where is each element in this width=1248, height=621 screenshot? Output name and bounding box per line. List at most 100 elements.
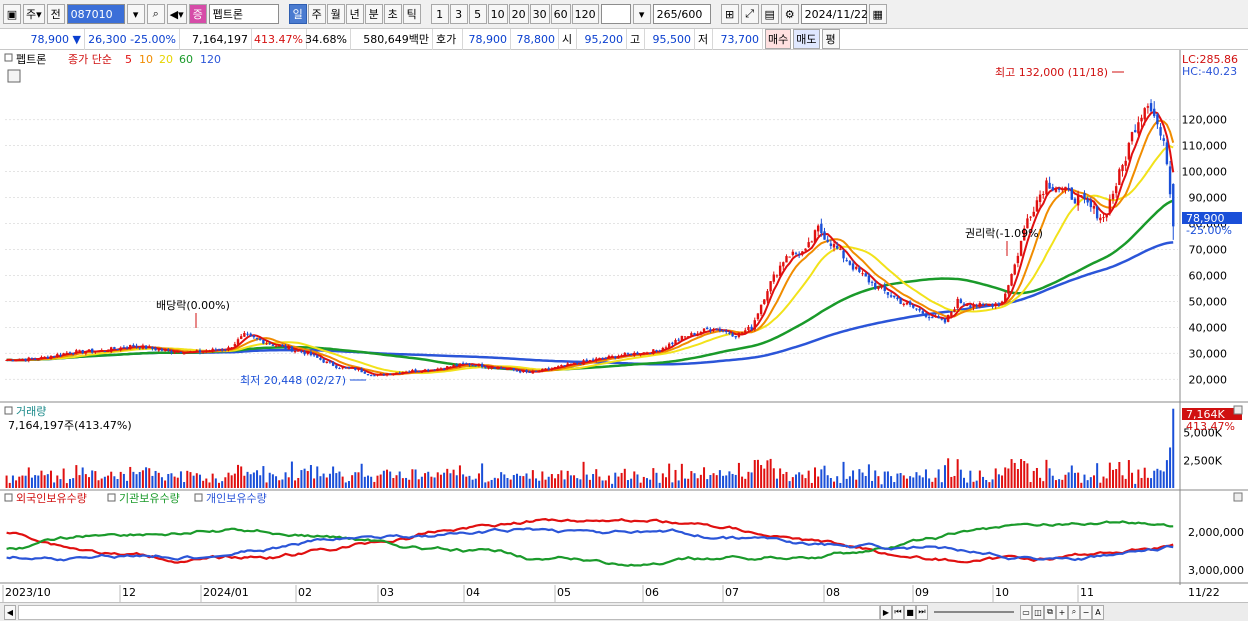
stop-icon[interactable]: ■ xyxy=(904,604,916,620)
period-tab-4[interactable]: 분 xyxy=(364,4,383,24)
candle-body xyxy=(335,365,338,368)
candle-type-icon[interactable]: ⊞ xyxy=(720,4,739,24)
volume-bar xyxy=(1127,460,1130,488)
candle-body xyxy=(408,371,411,373)
period-tab-3[interactable]: 년 xyxy=(345,4,364,24)
volume-bar xyxy=(687,478,690,488)
interval-tab-30[interactable]: 30 xyxy=(529,4,550,24)
volume-bar xyxy=(836,476,839,488)
scroll-left-icon[interactable]: ◀ xyxy=(4,604,16,620)
holdings-tick-label: 3,000,000 xyxy=(1188,564,1244,577)
stock-chart[interactable]: 20,00030,00040,00050,00060,00070,00080,0… xyxy=(0,50,1248,602)
holdings-close-icon[interactable] xyxy=(1233,492,1243,502)
period-tab-6[interactable]: 틱 xyxy=(402,4,421,24)
volume-bar xyxy=(230,475,233,488)
table-toggle-icon[interactable] xyxy=(7,69,21,83)
window-icon[interactable]: ▣ xyxy=(3,4,21,24)
volume-bar xyxy=(386,469,389,488)
market-mode-select[interactable]: 주 ▾ xyxy=(23,4,45,24)
interval-tab-5[interactable]: 5 xyxy=(468,4,487,24)
legend-ma120: 120 xyxy=(200,53,221,66)
avg-button[interactable]: 평 xyxy=(821,29,840,49)
volume-bar xyxy=(636,474,639,488)
candle-body xyxy=(274,346,278,348)
candle-body xyxy=(106,351,110,353)
interval-tab-1[interactable]: 1 xyxy=(430,4,449,24)
volume-bar xyxy=(62,468,65,488)
split-icon[interactable]: ◫ xyxy=(1032,604,1044,620)
candle-body xyxy=(420,371,424,373)
candle-body xyxy=(94,351,97,353)
volume-bar xyxy=(300,470,303,488)
scroll-right-icon[interactable]: ▶ xyxy=(880,604,892,620)
zoom-slider[interactable] xyxy=(934,611,1014,613)
interval-tab-10[interactable]: 10 xyxy=(487,4,508,24)
first-page-icon[interactable]: ⏮ xyxy=(892,604,904,620)
magnify-icon[interactable]: ⌕ xyxy=(1068,604,1080,620)
legend-indiv: 개인보유수량 xyxy=(206,492,267,505)
volume-close-icon[interactable] xyxy=(1233,405,1243,415)
candle-body xyxy=(468,363,471,365)
dropdown-arrow-icon[interactable]: ▾ xyxy=(126,4,145,24)
interval-dropdown-icon[interactable]: ▾ xyxy=(632,4,651,24)
candle-body xyxy=(842,250,845,259)
stock-name-field[interactable]: 펩트론 xyxy=(208,4,279,24)
volume-bar xyxy=(554,478,557,488)
interval-tab-60[interactable]: 60 xyxy=(550,4,571,24)
candle-body xyxy=(576,362,579,364)
period-tab-5[interactable]: 초 xyxy=(383,4,402,24)
candle-body xyxy=(677,339,680,341)
candle-body xyxy=(75,350,78,354)
volume-bar xyxy=(769,458,772,488)
period-tab-2[interactable]: 월 xyxy=(326,4,345,24)
volume-bar xyxy=(943,465,946,488)
compare-icon[interactable]: ⧉ xyxy=(1044,604,1056,620)
horizontal-scrollbar[interactable] xyxy=(18,604,880,620)
candle-body xyxy=(278,345,281,347)
volume-bar xyxy=(382,470,385,488)
candle-body xyxy=(525,370,528,372)
volume-bar xyxy=(100,478,103,488)
scope-select[interactable]: 전 xyxy=(46,4,65,24)
volume-bar xyxy=(468,475,471,488)
volume-bar xyxy=(8,482,11,488)
font-icon[interactable]: A xyxy=(1092,604,1104,620)
candle-body xyxy=(537,371,541,373)
buy-button[interactable]: 매수 xyxy=(765,29,792,49)
volume-bar xyxy=(579,479,582,488)
layout-icon[interactable]: ▭ xyxy=(1020,604,1032,620)
candle-body xyxy=(87,349,91,352)
count-field[interactable]: 265/600 xyxy=(652,4,711,24)
candle-body xyxy=(46,356,49,359)
candle-body xyxy=(1057,188,1061,190)
interval-tab-120[interactable]: 120 xyxy=(571,4,599,24)
candle-body xyxy=(316,355,319,358)
volume-bar xyxy=(243,475,246,488)
save-icon[interactable]: ▤ xyxy=(760,4,779,24)
candle-body xyxy=(934,315,937,317)
volume-bar xyxy=(5,475,8,488)
stock-code-input[interactable]: 087010 xyxy=(66,4,125,24)
volume-bar xyxy=(649,479,652,488)
speaker-icon[interactable]: ◀▾ xyxy=(166,4,187,24)
calendar-icon[interactable]: ▦ xyxy=(868,4,887,24)
date-input[interactable]: 2024/11/22 xyxy=(800,4,868,24)
search-icon[interactable]: ⌕ xyxy=(146,4,165,24)
period-tab-0[interactable]: 일 xyxy=(288,4,307,24)
volume-bar xyxy=(189,472,192,488)
volume-bar xyxy=(192,475,195,488)
interval-tab-20[interactable]: 20 xyxy=(508,4,529,24)
candle-body xyxy=(113,347,116,349)
last-page-icon[interactable]: ⏭ xyxy=(916,604,928,620)
sell-button[interactable]: 매도 xyxy=(793,29,820,49)
zoom-out-icon[interactable]: − xyxy=(1080,604,1092,620)
price-tick-label: 50,000 xyxy=(1189,295,1228,308)
draw-tool-icon[interactable]: ⤢ xyxy=(740,4,759,24)
volume-bar xyxy=(639,482,642,488)
interval-tab-3[interactable]: 3 xyxy=(449,4,468,24)
interval-input[interactable] xyxy=(600,4,631,24)
gear-icon[interactable]: ⚙ xyxy=(780,4,799,24)
crosshair-icon[interactable]: + xyxy=(1056,604,1068,620)
candle-body xyxy=(921,311,924,314)
period-tab-1[interactable]: 주 xyxy=(307,4,326,24)
